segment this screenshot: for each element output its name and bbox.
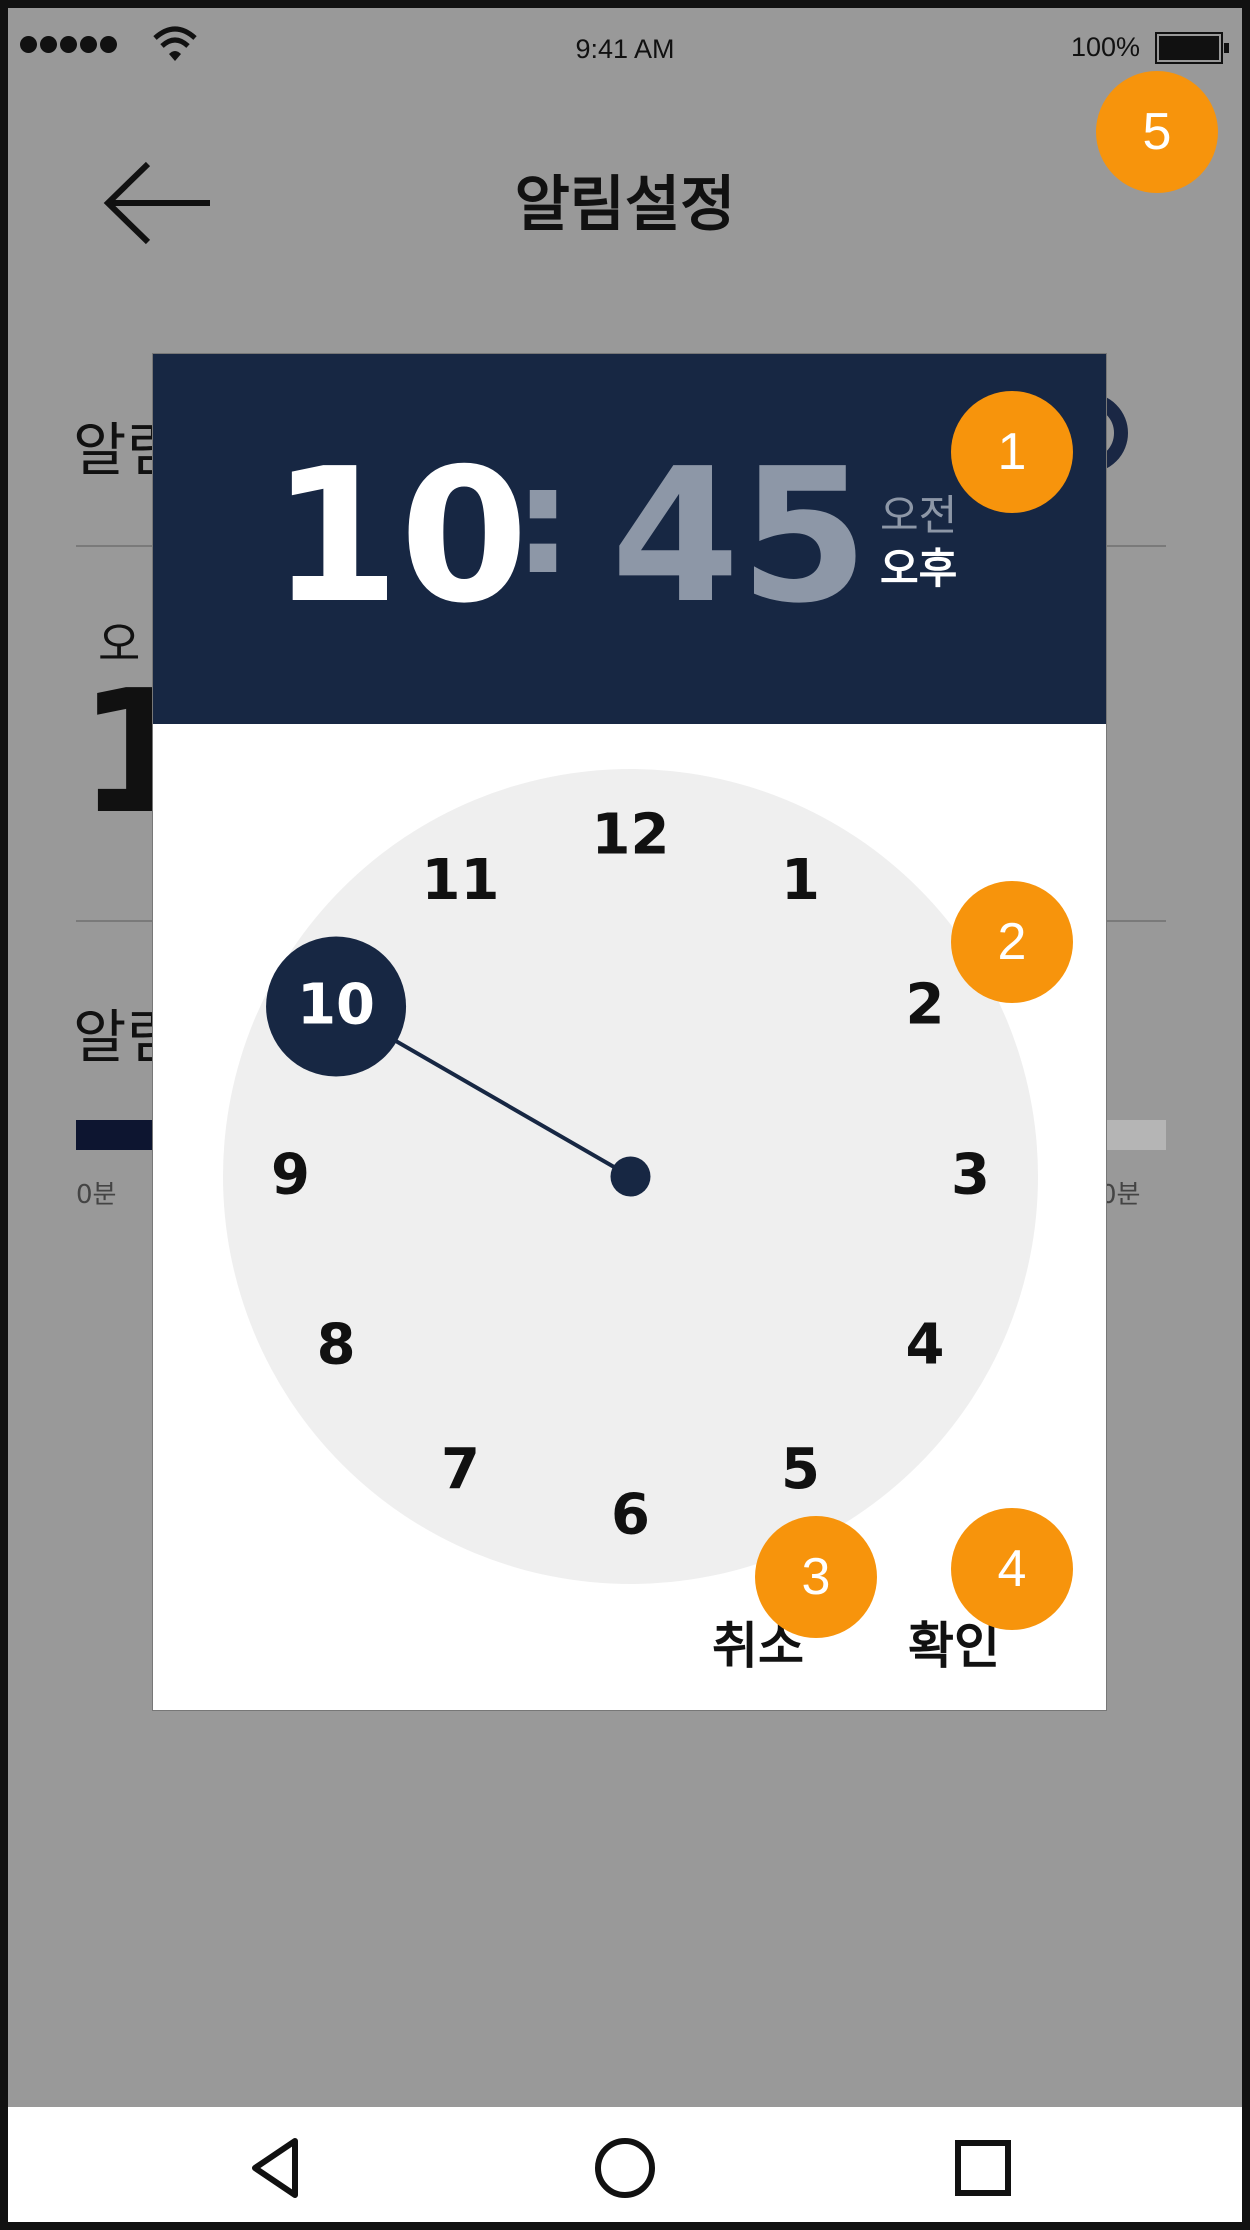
clock-number-4[interactable]: 4 [905, 1313, 944, 1378]
status-bar: 9:41 AM 100% [8, 8, 1242, 88]
page-title: 알림설정 [514, 170, 736, 240]
clock-center-dot [610, 1156, 651, 1197]
clock-number-2[interactable]: 2 [905, 973, 944, 1038]
clock-number-8[interactable]: 8 [317, 1313, 356, 1378]
battery-percent: 100% [1071, 32, 1141, 62]
clock-number-7[interactable]: 7 [441, 1437, 480, 1502]
background-slider-track [1106, 1120, 1166, 1150]
annotation-marker-3: 3 [755, 1516, 877, 1638]
phone-frame: 9:41 AM 100% 알림설정 알림 오 1 알림 0분 0분 10 : 4… [0, 0, 1250, 2230]
clock-number-9[interactable]: 9 [271, 1143, 310, 1208]
annotation-marker-5: 5 [1096, 71, 1218, 193]
back-triangle-icon[interactable] [240, 2133, 310, 2203]
clock-number-11[interactable]: 11 [422, 848, 500, 913]
clock-dial[interactable]: 121234567891011 [223, 769, 1038, 1584]
status-time: 9:41 AM [575, 34, 675, 64]
time-picker-header: 10 : 45 오전 오후 [153, 354, 1106, 724]
navigation-bar [8, 2107, 1242, 2222]
battery-icon [1155, 32, 1229, 64]
hour-display[interactable]: 10 [271, 444, 528, 629]
clock-number-6[interactable]: 6 [611, 1483, 650, 1548]
clock-number-3[interactable]: 3 [951, 1143, 990, 1208]
minute-display[interactable]: 45 [611, 444, 868, 629]
annotation-marker-4: 4 [951, 1508, 1073, 1630]
clock-number-12[interactable]: 12 [592, 803, 670, 868]
home-circle-icon[interactable] [590, 2133, 660, 2203]
clock-number-10[interactable]: 10 [297, 973, 375, 1038]
annotation-marker-2: 2 [951, 881, 1073, 1003]
annotation-marker-1: 1 [951, 391, 1073, 513]
pm-option[interactable]: 오후 [880, 535, 957, 596]
time-picker-dialog: 10 : 45 오전 오후 12 1 2 3 4 5 6 7 8 9 10 11 취소 확인 [152, 353, 1107, 1711]
clock-number-5[interactable]: 5 [781, 1437, 820, 1502]
recent-square-icon[interactable] [948, 2133, 1018, 2203]
background-slider-min: 0분 [76, 1180, 117, 1210]
am-option[interactable]: 오전 [880, 482, 957, 543]
clock-number-1[interactable]: 1 [781, 848, 820, 913]
time-separator: : [513, 434, 573, 608]
